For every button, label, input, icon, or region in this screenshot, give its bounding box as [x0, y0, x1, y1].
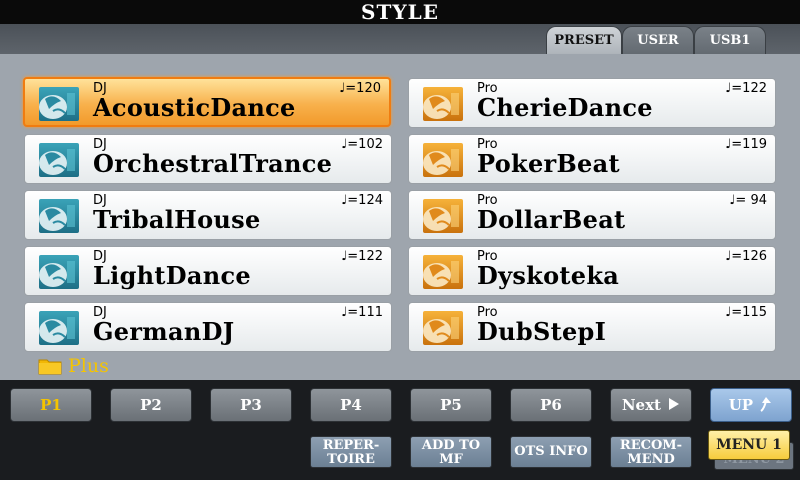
style-tempo: ♩=124	[341, 193, 383, 208]
style-tempo: ♩=115	[725, 305, 767, 320]
tempo-symbol: ♩=	[725, 81, 743, 96]
style-button[interactable]: DJ AcousticDance ♩=120	[23, 77, 391, 127]
tempo-value: 111	[358, 305, 383, 320]
page-button-p3[interactable]: P3	[210, 388, 292, 422]
tempo-symbol: ♩=	[729, 193, 747, 208]
style-name: CherieDance	[477, 93, 653, 122]
style-name: GermanDJ	[93, 317, 235, 346]
style-name: OrchestralTrance	[93, 149, 333, 178]
tempo-symbol: ♩=	[341, 305, 359, 320]
page-button-p2[interactable]: P2	[110, 388, 192, 422]
style-name: PokerBeat	[477, 149, 620, 178]
style-icon	[423, 311, 463, 345]
style-tempo: ♩=126	[725, 249, 767, 264]
add-to-mf-button[interactable]: ADD TO MF	[410, 436, 492, 468]
tab-preset[interactable]: PRESET	[546, 26, 622, 54]
style-icon	[423, 87, 463, 121]
up-label: UP	[728, 396, 754, 414]
up-button[interactable]: UP	[710, 388, 792, 422]
folder-plus[interactable]: Plus	[38, 354, 109, 378]
window-title: STYLE	[0, 0, 800, 24]
style-tempo: ♩=122	[341, 249, 383, 264]
tab-user[interactable]: USER	[622, 26, 694, 54]
bottom-panel: P1 P2 P3 P4 P5 P6 Next UP REPER- TOIRE A…	[0, 380, 800, 480]
ots-info-button[interactable]: OTS INFO	[510, 436, 592, 468]
style-button[interactable]: Pro Dyskoteka ♩=126	[408, 246, 776, 296]
tempo-value: 124	[358, 193, 383, 208]
page-button-p1[interactable]: P1	[10, 388, 92, 422]
repertoire-line1: REPER-	[322, 438, 380, 453]
style-button[interactable]: Pro CherieDance ♩=122	[408, 78, 776, 128]
style-button[interactable]: DJ TribalHouse ♩=124	[24, 190, 392, 240]
style-tempo: ♩= 94	[729, 193, 767, 208]
play-arrow-icon	[669, 398, 680, 410]
tab-usb1[interactable]: USB1	[694, 26, 766, 54]
style-icon	[423, 255, 463, 289]
style-name: LightDance	[93, 261, 252, 290]
tempo-symbol: ♩=	[341, 249, 359, 264]
menu1-button[interactable]: MENU 1	[708, 430, 790, 460]
style-tempo: ♩=102	[341, 137, 383, 152]
style-tempo: ♩=119	[725, 137, 767, 152]
style-tempo: ♩=111	[341, 305, 383, 320]
tab-bar: PRESET USER USB1	[0, 24, 800, 54]
style-name: TribalHouse	[93, 205, 261, 234]
recommend-button[interactable]: RECOM- MEND	[610, 436, 692, 468]
tempo-value: 115	[742, 305, 767, 320]
page-button-p4[interactable]: P4	[310, 388, 392, 422]
style-icon	[39, 255, 79, 289]
repertoire-line2: TOIRE	[327, 452, 375, 467]
tempo-value: 126	[742, 249, 767, 264]
tempo-value: 119	[742, 137, 767, 152]
style-icon	[39, 87, 79, 121]
tempo-value: 122	[358, 249, 383, 264]
style-tempo: ♩=120	[339, 81, 381, 96]
style-name: Dyskoteka	[477, 261, 620, 290]
recommend-line1: RECOM-	[619, 438, 683, 453]
style-name: DollarBeat	[477, 205, 626, 234]
style-icon	[39, 199, 79, 233]
next-button[interactable]: Next	[610, 388, 692, 422]
next-label: Next	[621, 396, 661, 414]
add-to-mf-line1: ADD TO	[421, 438, 481, 453]
style-icon	[423, 143, 463, 177]
style-button[interactable]: DJ GermanDJ ♩=111	[24, 302, 392, 352]
tempo-value: 120	[356, 81, 381, 96]
recommend-line2: MEND	[627, 452, 675, 467]
style-icon	[39, 143, 79, 177]
page-button-p5[interactable]: P5	[410, 388, 492, 422]
style-name: AcousticDance	[93, 93, 296, 122]
folder-icon	[38, 359, 62, 375]
tempo-symbol: ♩=	[725, 305, 743, 320]
tempo-value: 102	[358, 137, 383, 152]
style-panel: PRESET USER USB1 DJ AcousticDance ♩=120 DJ O…	[0, 24, 800, 380]
style-button[interactable]: DJ LightDance ♩=122	[24, 246, 392, 296]
style-button[interactable]: Pro DubStepI ♩=115	[408, 302, 776, 352]
tempo-symbol: ♩=	[725, 137, 743, 152]
tempo-symbol: ♩=	[341, 137, 359, 152]
folder-label: Plus	[68, 355, 109, 377]
style-tempo: ♩=122	[725, 81, 767, 96]
tempo-value: 94	[746, 193, 767, 208]
repertoire-button[interactable]: REPER- TOIRE	[310, 436, 392, 468]
style-icon	[423, 199, 463, 233]
style-button[interactable]: DJ OrchestralTrance ♩=102	[24, 134, 392, 184]
tempo-symbol: ♩=	[339, 81, 357, 96]
style-button[interactable]: Pro PokerBeat ♩=119	[408, 134, 776, 184]
tempo-symbol: ♩=	[341, 193, 359, 208]
add-to-mf-line2: MF	[439, 452, 463, 467]
style-icon	[39, 311, 79, 345]
style-button[interactable]: Pro DollarBeat ♩= 94	[408, 190, 776, 240]
tempo-value: 122	[742, 81, 767, 96]
page-button-p6[interactable]: P6	[510, 388, 592, 422]
tempo-symbol: ♩=	[725, 249, 743, 264]
up-arrow-icon	[760, 397, 772, 412]
style-name: DubStepI	[477, 317, 607, 346]
